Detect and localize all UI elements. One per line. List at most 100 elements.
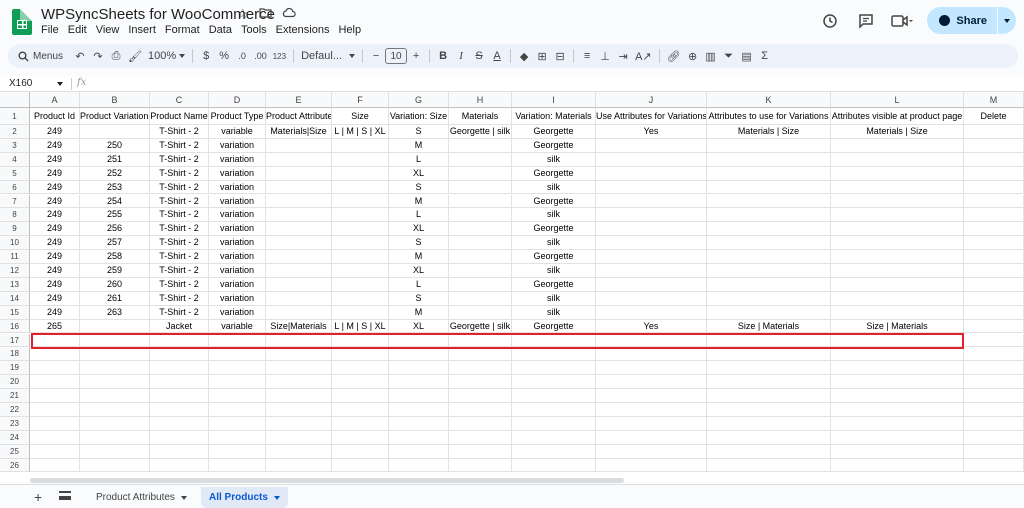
- cell-e2[interactable]: Materials|Size: [266, 125, 332, 139]
- tab-product-attributes[interactable]: Product Attributes: [88, 487, 195, 508]
- cell-b20[interactable]: [80, 375, 150, 390]
- cell-b12[interactable]: 259: [80, 264, 150, 278]
- percent-button[interactable]: %: [215, 46, 233, 66]
- cell-h23[interactable]: [449, 416, 512, 431]
- cell-m1[interactable]: Delete: [964, 108, 1024, 125]
- cell-j19[interactable]: [596, 361, 707, 376]
- menu-extensions[interactable]: Extensions: [276, 24, 330, 36]
- cell-g13[interactable]: L: [389, 277, 449, 292]
- cell-g19[interactable]: [389, 361, 449, 376]
- cell-f16[interactable]: L | M | S | XL: [332, 319, 389, 334]
- cell-l25[interactable]: [831, 444, 964, 459]
- cell-g23[interactable]: [389, 416, 449, 431]
- row-header-13[interactable]: 13: [0, 277, 30, 292]
- cell-i14[interactable]: silk: [512, 291, 596, 306]
- cell-d12[interactable]: variation: [209, 264, 266, 278]
- cell-j8[interactable]: [596, 208, 707, 223]
- cell-b18[interactable]: [80, 347, 150, 362]
- cell-b4[interactable]: 251: [80, 152, 150, 167]
- cell-j14[interactable]: [596, 291, 707, 306]
- cell-a10[interactable]: 249: [30, 236, 80, 251]
- cell-f23[interactable]: [332, 416, 389, 431]
- menu-view[interactable]: View: [96, 24, 120, 36]
- cell-g20[interactable]: [389, 375, 449, 390]
- cell-c16[interactable]: Jacket: [150, 319, 209, 334]
- cell-h22[interactable]: [449, 403, 512, 417]
- cell-l13[interactable]: [831, 277, 964, 292]
- cell-e7[interactable]: [266, 194, 332, 209]
- cell-e21[interactable]: [266, 389, 332, 403]
- cell-h19[interactable]: [449, 361, 512, 376]
- cell-j13[interactable]: [596, 277, 707, 292]
- column-header-i[interactable]: I: [512, 92, 596, 108]
- cell-d17[interactable]: [209, 333, 266, 348]
- cell-i23[interactable]: [512, 416, 596, 431]
- cell-m16[interactable]: [964, 319, 1024, 334]
- cell-i5[interactable]: Georgette: [512, 166, 596, 181]
- cell-i12[interactable]: silk: [512, 264, 596, 278]
- font-size-increase-icon[interactable]: +: [407, 46, 425, 66]
- cell-m5[interactable]: [964, 166, 1024, 181]
- menu-help[interactable]: Help: [338, 24, 361, 36]
- cell-d26[interactable]: [209, 458, 266, 473]
- cell-a3[interactable]: 249: [30, 138, 80, 153]
- cell-h6[interactable]: [449, 180, 512, 195]
- cell-m25[interactable]: [964, 444, 1024, 459]
- cell-a8[interactable]: 249: [30, 208, 80, 223]
- cell-g6[interactable]: S: [389, 180, 449, 195]
- cell-l7[interactable]: [831, 194, 964, 209]
- cell-g26[interactable]: [389, 458, 449, 473]
- cell-f7[interactable]: [332, 194, 389, 209]
- row-header-12[interactable]: 12: [0, 264, 30, 278]
- cell-m6[interactable]: [964, 180, 1024, 195]
- cell-l5[interactable]: [831, 166, 964, 181]
- cell-k20[interactable]: [707, 375, 831, 390]
- cell-d22[interactable]: [209, 403, 266, 417]
- cell-g7[interactable]: M: [389, 194, 449, 209]
- cell-e8[interactable]: [266, 208, 332, 223]
- cell-b25[interactable]: [80, 444, 150, 459]
- cell-h4[interactable]: [449, 152, 512, 167]
- meet-icon[interactable]: [891, 10, 914, 32]
- select-all-corner[interactable]: [0, 92, 30, 108]
- cell-k3[interactable]: [707, 138, 831, 153]
- cell-m9[interactable]: [964, 222, 1024, 237]
- move-folder-icon[interactable]: [259, 6, 272, 22]
- all-sheets-icon[interactable]: [59, 491, 71, 500]
- cell-h3[interactable]: [449, 138, 512, 153]
- cell-k16[interactable]: Size | Materials: [707, 319, 831, 334]
- cell-b23[interactable]: [80, 416, 150, 431]
- row-header-21[interactable]: 21: [0, 389, 30, 403]
- cell-l6[interactable]: [831, 180, 964, 195]
- decrease-decimal-button[interactable]: .0: [233, 46, 251, 66]
- cell-j7[interactable]: [596, 194, 707, 209]
- cell-c3[interactable]: T-Shirt - 2: [150, 138, 209, 153]
- cell-a6[interactable]: 249: [30, 180, 80, 195]
- cell-d19[interactable]: [209, 361, 266, 376]
- cell-b3[interactable]: 250: [80, 138, 150, 153]
- column-header-k[interactable]: K: [707, 92, 831, 108]
- cell-d14[interactable]: variation: [209, 291, 266, 306]
- cell-a18[interactable]: [30, 347, 80, 362]
- cell-i11[interactable]: Georgette: [512, 250, 596, 264]
- cell-k11[interactable]: [707, 250, 831, 264]
- cell-j3[interactable]: [596, 138, 707, 153]
- cell-e19[interactable]: [266, 361, 332, 376]
- cell-h17[interactable]: [449, 333, 512, 348]
- cell-m4[interactable]: [964, 152, 1024, 167]
- cell-l4[interactable]: [831, 152, 964, 167]
- cell-e17[interactable]: [266, 333, 332, 348]
- cell-e13[interactable]: [266, 277, 332, 292]
- cell-m23[interactable]: [964, 416, 1024, 431]
- column-header-b[interactable]: B: [80, 92, 150, 108]
- cell-a12[interactable]: 249: [30, 264, 80, 278]
- cell-b8[interactable]: 255: [80, 208, 150, 223]
- cell-m19[interactable]: [964, 361, 1024, 376]
- redo-icon[interactable]: ↷: [89, 46, 107, 66]
- menu-insert[interactable]: Insert: [128, 24, 156, 36]
- cell-k17[interactable]: [707, 333, 831, 348]
- horizontal-scrollbar[interactable]: [30, 478, 624, 483]
- cell-c13[interactable]: T-Shirt - 2: [150, 277, 209, 292]
- share-button[interactable]: Share: [927, 7, 1016, 34]
- cell-g4[interactable]: L: [389, 152, 449, 167]
